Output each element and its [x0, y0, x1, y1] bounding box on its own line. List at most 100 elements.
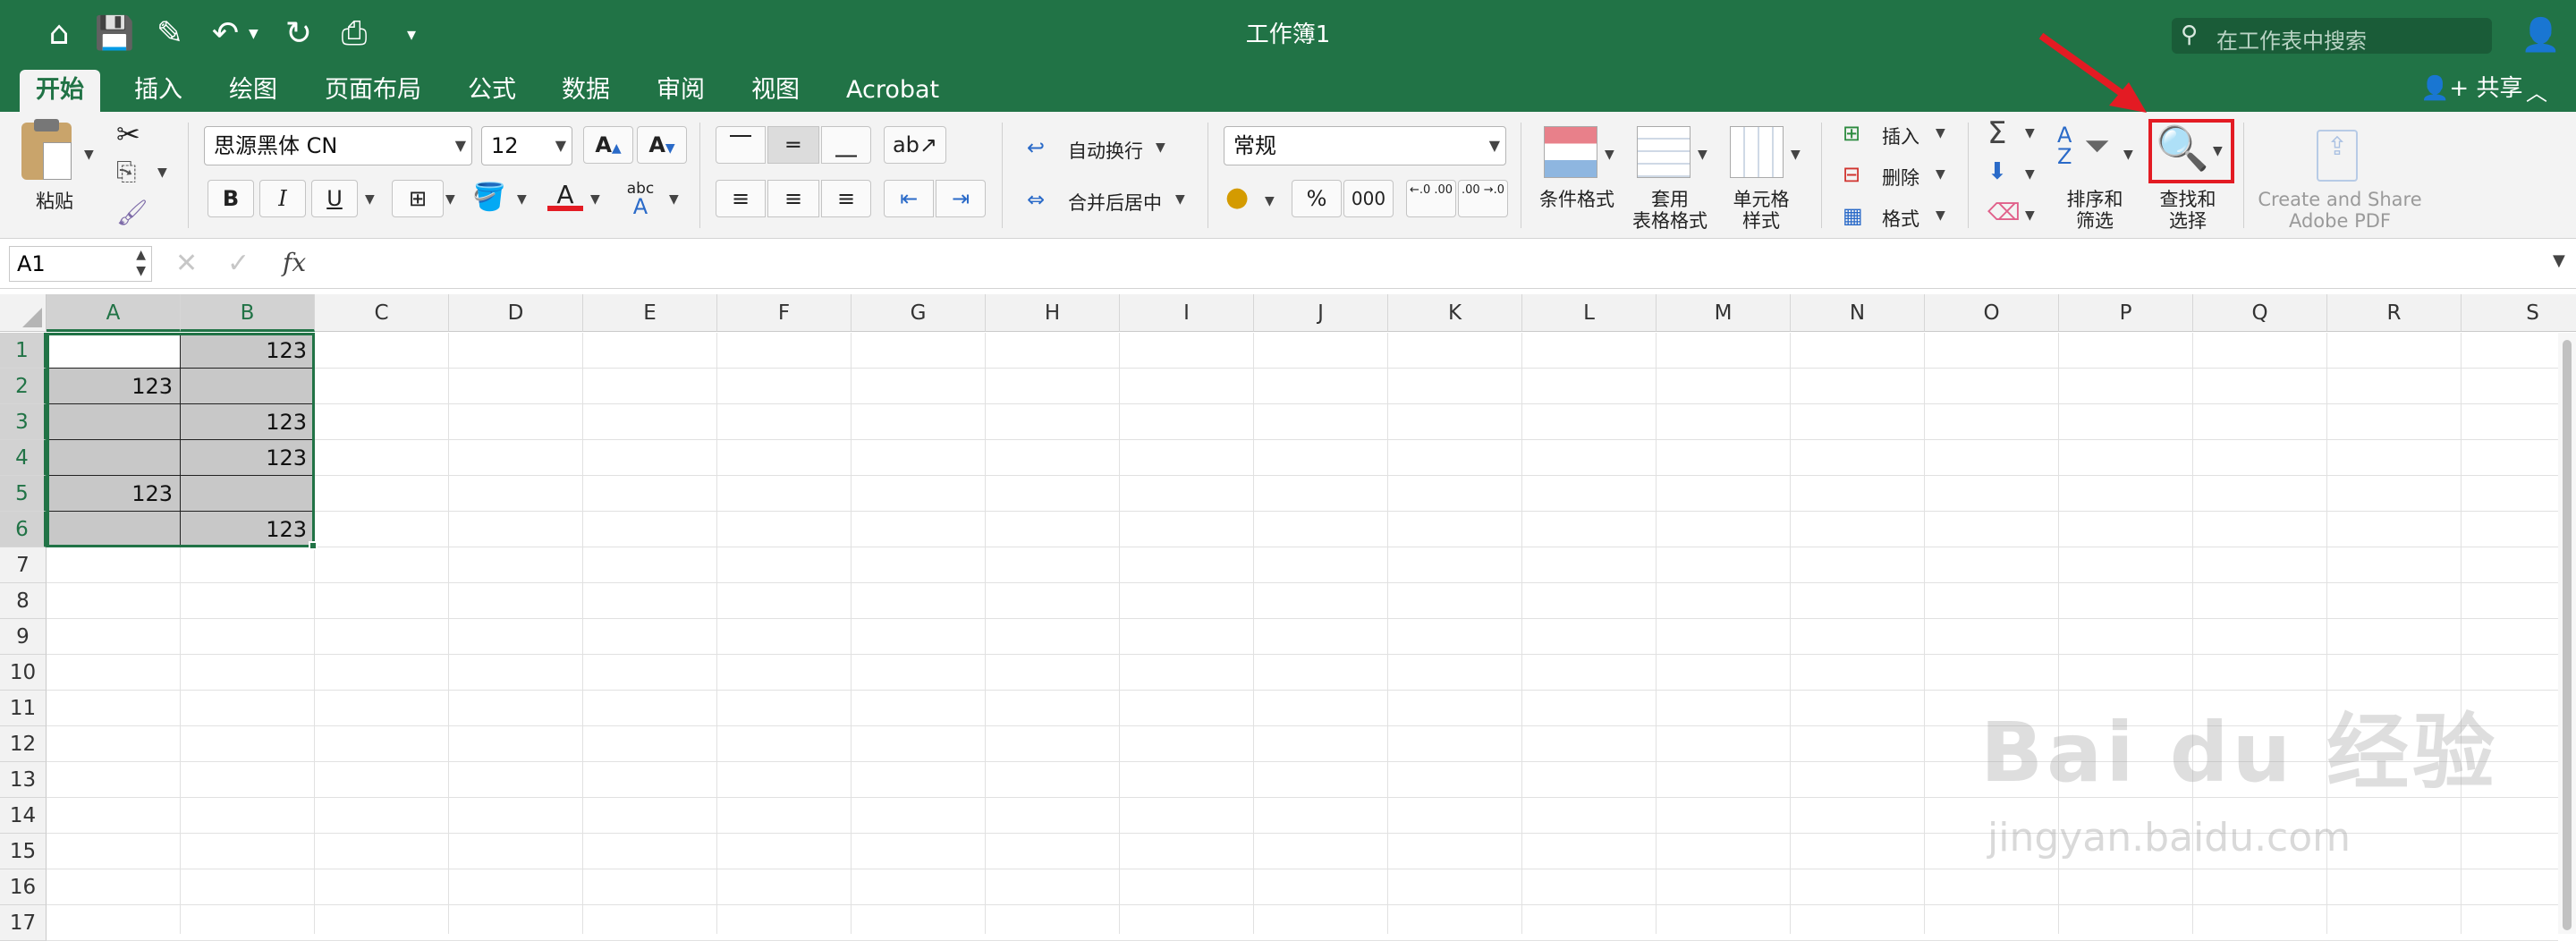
- wrap-text-icon[interactable]: ↩: [1027, 135, 1045, 160]
- column-header-e[interactable]: E: [583, 294, 717, 332]
- column-header-i[interactable]: I: [1120, 294, 1254, 332]
- fill-color-dropdown-icon[interactable]: ▼: [517, 192, 527, 207]
- column-header-a[interactable]: A: [47, 294, 181, 332]
- tab-view[interactable]: 视图: [735, 70, 816, 112]
- increase-font-size-button[interactable]: A▲: [583, 126, 633, 164]
- copy-icon[interactable]: ⎘: [116, 157, 136, 187]
- delete-cells-icon[interactable]: ⊟: [1843, 162, 1860, 187]
- row-header-9[interactable]: 9: [0, 619, 47, 655]
- decrease-indent-button[interactable]: ⇤: [884, 180, 934, 217]
- align-top-button[interactable]: ⎺: [716, 126, 766, 164]
- format-cells-icon[interactable]: ▦: [1843, 203, 1863, 228]
- tab-insert[interactable]: 插入: [118, 70, 199, 112]
- row-header-14[interactable]: 14: [0, 798, 47, 834]
- row-header-15[interactable]: 15: [0, 834, 47, 869]
- wrap-text-dropdown-icon[interactable]: ▼: [1156, 140, 1165, 155]
- column-header-l[interactable]: L: [1522, 294, 1657, 332]
- fill-color-icon[interactable]: 🪣: [472, 182, 505, 213]
- column-header-p[interactable]: P: [2059, 294, 2193, 332]
- formula-input[interactable]: [327, 244, 2555, 284]
- column-header-g[interactable]: G: [852, 294, 986, 332]
- wrap-text-button[interactable]: 自动换行: [1068, 137, 1143, 164]
- format-cells-button[interactable]: 格式: [1882, 205, 1919, 232]
- column-header-s[interactable]: S: [2462, 294, 2576, 332]
- merge-center-dropdown-icon[interactable]: ▼: [1175, 192, 1185, 207]
- bold-button[interactable]: B: [208, 180, 254, 217]
- tab-page-layout[interactable]: 页面布局: [309, 70, 437, 112]
- row-header-6[interactable]: 6: [0, 512, 47, 547]
- font-color-icon[interactable]: A: [547, 180, 583, 211]
- tab-formulas[interactable]: 公式: [452, 70, 532, 112]
- column-header-o[interactable]: O: [1925, 294, 2059, 332]
- align-center-button[interactable]: ≡: [767, 180, 819, 217]
- borders-button[interactable]: ⊞: [392, 180, 444, 217]
- clear-dropdown-icon[interactable]: ▼: [2025, 208, 2035, 223]
- percent-button[interactable]: %: [1292, 180, 1342, 217]
- row-header-10[interactable]: 10: [0, 655, 47, 691]
- column-header-k[interactable]: K: [1388, 294, 1522, 332]
- underline-dropdown-icon[interactable]: ▼: [365, 192, 375, 207]
- format-dropdown-icon[interactable]: ▼: [1936, 208, 1945, 223]
- column-header-b[interactable]: B: [181, 294, 315, 332]
- sort-filter-label[interactable]: 排序和 筛选: [2052, 189, 2138, 232]
- select-all-corner[interactable]: [0, 294, 47, 332]
- merge-center-button[interactable]: 合并后居中: [1068, 189, 1162, 216]
- row-header-1[interactable]: 1: [0, 333, 47, 369]
- delete-cells-button[interactable]: 删除: [1882, 164, 1919, 191]
- delete-dropdown-icon[interactable]: ▼: [1936, 167, 1945, 182]
- align-bottom-button[interactable]: ⎽: [821, 126, 871, 164]
- format-as-table-label[interactable]: 套用 表格格式: [1621, 189, 1719, 232]
- borders-dropdown-icon[interactable]: ▼: [445, 192, 455, 207]
- column-header-j[interactable]: J: [1254, 294, 1388, 332]
- column-header-f[interactable]: F: [717, 294, 852, 332]
- cell-styles-icon[interactable]: [1730, 126, 1784, 178]
- row-header-12[interactable]: 12: [0, 726, 47, 762]
- column-header-d[interactable]: D: [449, 294, 583, 332]
- row-header-11[interactable]: 11: [0, 691, 47, 726]
- cancel-icon[interactable]: ✕: [175, 248, 198, 279]
- home-icon[interactable]: ⌂: [38, 16, 80, 55]
- tab-acrobat[interactable]: Acrobat: [830, 70, 955, 112]
- column-header-h[interactable]: H: [986, 294, 1120, 332]
- tab-home[interactable]: 开始: [20, 70, 100, 112]
- thousands-button[interactable]: 000: [1343, 180, 1394, 217]
- share-button[interactable]: 👤+ 共享: [2420, 70, 2522, 107]
- decrease-font-size-button[interactable]: A▼: [637, 126, 687, 164]
- align-middle-button[interactable]: ═: [767, 126, 819, 164]
- vertical-scrollbar[interactable]: [2558, 333, 2576, 934]
- column-header-n[interactable]: N: [1791, 294, 1925, 332]
- row-header-17[interactable]: 17: [0, 905, 47, 941]
- expand-formula-bar-icon[interactable]: ▼: [2553, 251, 2565, 270]
- merge-center-icon[interactable]: ⇔: [1027, 187, 1045, 212]
- format-as-table-icon[interactable]: [1637, 126, 1690, 178]
- cell-styles-dropdown-icon[interactable]: ▼: [1791, 148, 1801, 162]
- row-header-4[interactable]: 4: [0, 440, 47, 476]
- cut-icon[interactable]: ✂: [116, 117, 140, 151]
- conditional-formatting-dropdown-icon[interactable]: ▼: [1605, 148, 1614, 162]
- phonetic-icon[interactable]: abc A: [621, 180, 660, 218]
- format-painter-icon[interactable]: 🖌: [116, 198, 148, 227]
- row-header-13[interactable]: 13: [0, 762, 47, 798]
- sort-az-icon[interactable]: AZ: [2057, 124, 2072, 167]
- scrollbar-thumb[interactable]: [2563, 340, 2572, 930]
- row-header-5[interactable]: 5: [0, 476, 47, 512]
- decrease-decimal-button[interactable]: .00 →.0: [1458, 180, 1508, 217]
- format-as-table-dropdown-icon[interactable]: ▼: [1698, 148, 1707, 162]
- name-box[interactable]: A1 ▲ ▼: [9, 246, 152, 282]
- customize-icon[interactable]: ▾: [390, 16, 433, 55]
- autosum-icon[interactable]: Σ: [1987, 115, 2006, 151]
- increase-decimal-button[interactable]: ←.0 .00: [1406, 180, 1456, 217]
- clear-icon[interactable]: ⌫: [1987, 199, 2021, 226]
- font-color-dropdown-icon[interactable]: ▼: [590, 192, 600, 207]
- undo-dropdown-icon[interactable]: ▼: [249, 27, 258, 41]
- insert-function-button[interactable]: fx: [283, 248, 306, 277]
- collapse-ribbon-icon[interactable]: ︿: [2526, 75, 2547, 106]
- row-header-3[interactable]: 3: [0, 404, 47, 440]
- find-magnifier-icon[interactable]: 🔍: [2156, 123, 2209, 174]
- worksheet-grid[interactable]: ABCDEFGHIJKLMNOPQRS 1 2 3 4 5 6 7 8 9 10 11 12 13 14 1…: [0, 289, 2576, 941]
- fill-dropdown-icon[interactable]: ▼: [2025, 167, 2035, 182]
- paste-dropdown-icon[interactable]: ▼: [84, 148, 94, 162]
- column-header-m[interactable]: M: [1657, 294, 1791, 332]
- row-header-16[interactable]: 16: [0, 869, 47, 905]
- row-header-8[interactable]: 8: [0, 583, 47, 619]
